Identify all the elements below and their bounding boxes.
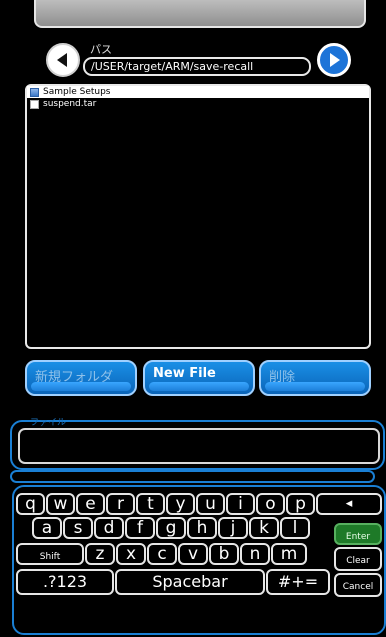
folder-icon	[30, 87, 39, 97]
file-name: Sample Setups	[43, 87, 111, 97]
key-j[interactable]: j	[218, 517, 248, 539]
spacebar-key[interactable]: Spacebar	[115, 569, 265, 595]
enter-key[interactable]: Enter	[334, 523, 382, 545]
clear-key[interactable]: Clear	[334, 547, 382, 571]
key-n[interactable]: n	[240, 543, 270, 565]
delete-button[interactable]: 削除	[259, 360, 371, 396]
backspace-icon: ◂	[345, 496, 353, 511]
key-x[interactable]: x	[116, 543, 146, 565]
file-list[interactable]: Sample Setups suspend.tar	[25, 84, 371, 349]
key-q[interactable]: q	[16, 493, 45, 515]
file-name: suspend.tar	[43, 99, 97, 109]
key-p[interactable]: p	[286, 493, 315, 515]
key-b[interactable]: b	[209, 543, 239, 565]
list-item[interactable]: Sample Setups	[27, 86, 369, 98]
key-v[interactable]: v	[178, 543, 208, 565]
key-m[interactable]: m	[271, 543, 307, 565]
key-a[interactable]: a	[32, 517, 62, 539]
backspace-key[interactable]: ◂	[316, 493, 382, 515]
key-g[interactable]: g	[156, 517, 186, 539]
divider	[10, 470, 375, 483]
new-folder-button[interactable]: 新規フォルダ	[25, 360, 137, 396]
title-bar	[34, 0, 366, 28]
key-f[interactable]: f	[125, 517, 155, 539]
arrow-left-icon	[57, 53, 67, 67]
key-h[interactable]: h	[187, 517, 217, 539]
button-highlight	[265, 382, 365, 391]
numbers-key[interactable]: .?123	[16, 569, 114, 595]
back-button[interactable]	[46, 43, 80, 77]
key-c[interactable]: c	[147, 543, 177, 565]
new-file-button[interactable]: New File	[143, 360, 255, 396]
key-d[interactable]: d	[94, 517, 124, 539]
key-e[interactable]: e	[76, 493, 105, 515]
list-item[interactable]: suspend.tar	[27, 98, 369, 110]
key-y[interactable]: y	[166, 493, 195, 515]
key-z[interactable]: z	[85, 543, 115, 565]
key-o[interactable]: o	[256, 493, 285, 515]
filename-input[interactable]	[18, 428, 380, 464]
on-screen-keyboard: q w e r t y u i o p ◂ a s d f g h j k l …	[12, 485, 386, 635]
key-r[interactable]: r	[106, 493, 135, 515]
arrow-right-icon	[330, 53, 340, 67]
button-highlight	[149, 382, 249, 391]
key-k[interactable]: k	[249, 517, 279, 539]
cancel-key[interactable]: Cancel	[334, 573, 382, 597]
key-s[interactable]: s	[63, 517, 93, 539]
key-t[interactable]: t	[136, 493, 165, 515]
key-u[interactable]: u	[196, 493, 225, 515]
filename-label: ファイル	[30, 418, 67, 428]
button-highlight	[31, 382, 131, 391]
key-w[interactable]: w	[46, 493, 75, 515]
path-label: パス	[90, 43, 112, 56]
path-field[interactable]: /USER/target/ARM/save-recall	[83, 57, 311, 76]
key-i[interactable]: i	[226, 493, 255, 515]
new-file-label: New File	[153, 366, 216, 381]
forward-button[interactable]	[317, 43, 351, 77]
file-icon	[30, 99, 39, 109]
symbols-key[interactable]: #+=	[266, 569, 330, 595]
key-l[interactable]: l	[280, 517, 310, 539]
shift-key[interactable]: Shift	[16, 543, 84, 565]
